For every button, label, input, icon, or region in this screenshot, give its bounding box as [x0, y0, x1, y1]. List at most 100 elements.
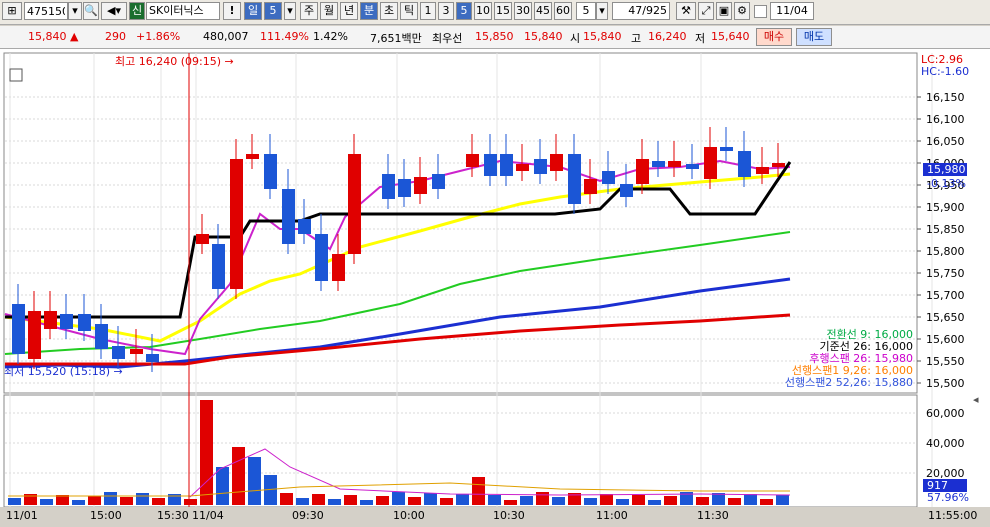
high-annotation: 최고 16,240 (09:15) → [115, 55, 234, 68]
candle [12, 304, 25, 354]
volume-bar [664, 496, 677, 505]
candle [414, 177, 427, 194]
date-checkbox[interactable] [754, 5, 767, 18]
price-tick: 16,050 [926, 135, 965, 148]
toolbar: ⊞ ▾ 🔍 ◀▾ 신 SK이터닉스 ! 일 5 ▾ 주 월 년 분 초 틱 1 … [0, 0, 990, 25]
price-tick: 15,800 [926, 245, 965, 258]
candle [756, 167, 769, 174]
volume-bar [584, 498, 597, 505]
period-year[interactable]: 년 [340, 2, 358, 20]
gear-icon[interactable]: ⚙ [734, 2, 750, 20]
volume-bar [728, 498, 741, 505]
minute-60[interactable]: 60 [554, 2, 572, 20]
low-label: 저 [695, 32, 706, 45]
tools-icon[interactable]: ⚒ [676, 2, 696, 20]
period-tick[interactable]: 틱 [400, 2, 418, 20]
price-chart[interactable]: 최고 16,240 (09:15) → 최저 15,520 (15:18) → … [0, 49, 990, 527]
sell-button[interactable]: 매도 [796, 28, 832, 46]
volume-bar [360, 500, 373, 505]
volume-bar [632, 495, 645, 505]
period-minute[interactable]: 분 [360, 2, 378, 20]
code-input[interactable] [24, 2, 68, 20]
stock-name: SK이터닉스 [146, 2, 220, 20]
draw-icon[interactable]: ⤢ [698, 2, 714, 20]
save-icon[interactable]: ▣ [716, 2, 732, 20]
price-tick: 15,500 [926, 377, 965, 390]
time-tick: 09:30 [292, 509, 324, 522]
volume-bar [712, 493, 725, 505]
interval-input[interactable]: 5 [576, 2, 596, 20]
price-tick: 16,100 [926, 113, 965, 126]
candle [264, 154, 277, 189]
candle [282, 189, 295, 244]
time-tick: 10:30 [493, 509, 525, 522]
candle [130, 349, 143, 354]
volume-tick: 60,000 [926, 407, 965, 420]
candle [60, 314, 73, 329]
period-dropdown-icon[interactable]: ▾ [284, 2, 296, 20]
price-change-pct: +1.86% [136, 30, 181, 43]
volume-bar [472, 477, 485, 505]
candle [212, 244, 225, 289]
candle [95, 324, 108, 349]
volume-bar [456, 494, 469, 505]
speaker-icon[interactable]: ◀▾ [101, 2, 127, 20]
code-dropdown-icon[interactable]: ▾ [68, 2, 82, 20]
chart-settings-icon[interactable] [9, 68, 23, 82]
time-tick: 10:00 [393, 509, 425, 522]
current-price-label: 15,980 [927, 163, 966, 176]
volume-bar [616, 499, 629, 505]
period-day-button[interactable]: 일 [244, 2, 262, 20]
volume-ratio: 111.49% [260, 30, 309, 43]
volume-toggle-icon[interactable]: ◂ [973, 393, 979, 406]
current-price: 15,840 [28, 30, 67, 43]
period-num-button[interactable]: 5 [264, 2, 282, 20]
count-total: /925 [642, 4, 667, 17]
minute-15[interactable]: 15 [494, 2, 512, 20]
volume-bar [408, 497, 421, 505]
candle [668, 161, 681, 167]
quote-bar: 15,840 ▲ 290 +1.86% 480,007 111.49% 1.42… [0, 26, 990, 49]
price-tick: 16,150 [926, 91, 965, 104]
chart-icon[interactable]: ⊞ [2, 2, 22, 20]
market-badge: 신 [129, 2, 145, 20]
candle [44, 311, 57, 329]
candle [230, 159, 243, 289]
interval-dropdown-icon[interactable]: ▾ [596, 2, 608, 20]
minute-30[interactable]: 30 [514, 2, 532, 20]
candle [78, 314, 91, 331]
code-field[interactable] [25, 3, 67, 19]
volume-axis: 60,00040,00020,000 [926, 407, 965, 480]
warn-button[interactable]: ! [223, 2, 241, 20]
time-tick: 11:30 [697, 509, 729, 522]
candle [584, 179, 597, 194]
period-month[interactable]: 월 [320, 2, 338, 20]
search-icon[interactable]: 🔍 [83, 2, 99, 20]
candle [568, 154, 581, 204]
time-tick: 15:00 [90, 509, 122, 522]
volume-bar [328, 499, 341, 505]
price-tick: 15,650 [926, 311, 965, 324]
candle [398, 179, 411, 197]
minute-10[interactable]: 10 [474, 2, 492, 20]
period-week[interactable]: 주 [300, 2, 318, 20]
date-input[interactable]: 11/04 [770, 2, 814, 20]
volume-bar [600, 494, 613, 505]
high-price: 16,240 [648, 30, 687, 43]
candle [348, 154, 361, 254]
candle [652, 161, 665, 167]
candle [686, 164, 699, 169]
period-second[interactable]: 초 [380, 2, 398, 20]
candle [720, 147, 733, 151]
minute-1[interactable]: 1 [420, 2, 436, 20]
minute-3[interactable]: 3 [438, 2, 454, 20]
volume-bar [184, 499, 197, 505]
minute-45[interactable]: 45 [534, 2, 552, 20]
candle [382, 174, 395, 199]
volume-bar [88, 496, 101, 505]
count-display[interactable]: 47/925 [612, 2, 670, 20]
volume-bar [376, 496, 389, 505]
buy-button[interactable]: 매수 [756, 28, 792, 46]
minute-5[interactable]: 5 [456, 2, 472, 20]
volume-bar [488, 495, 501, 505]
